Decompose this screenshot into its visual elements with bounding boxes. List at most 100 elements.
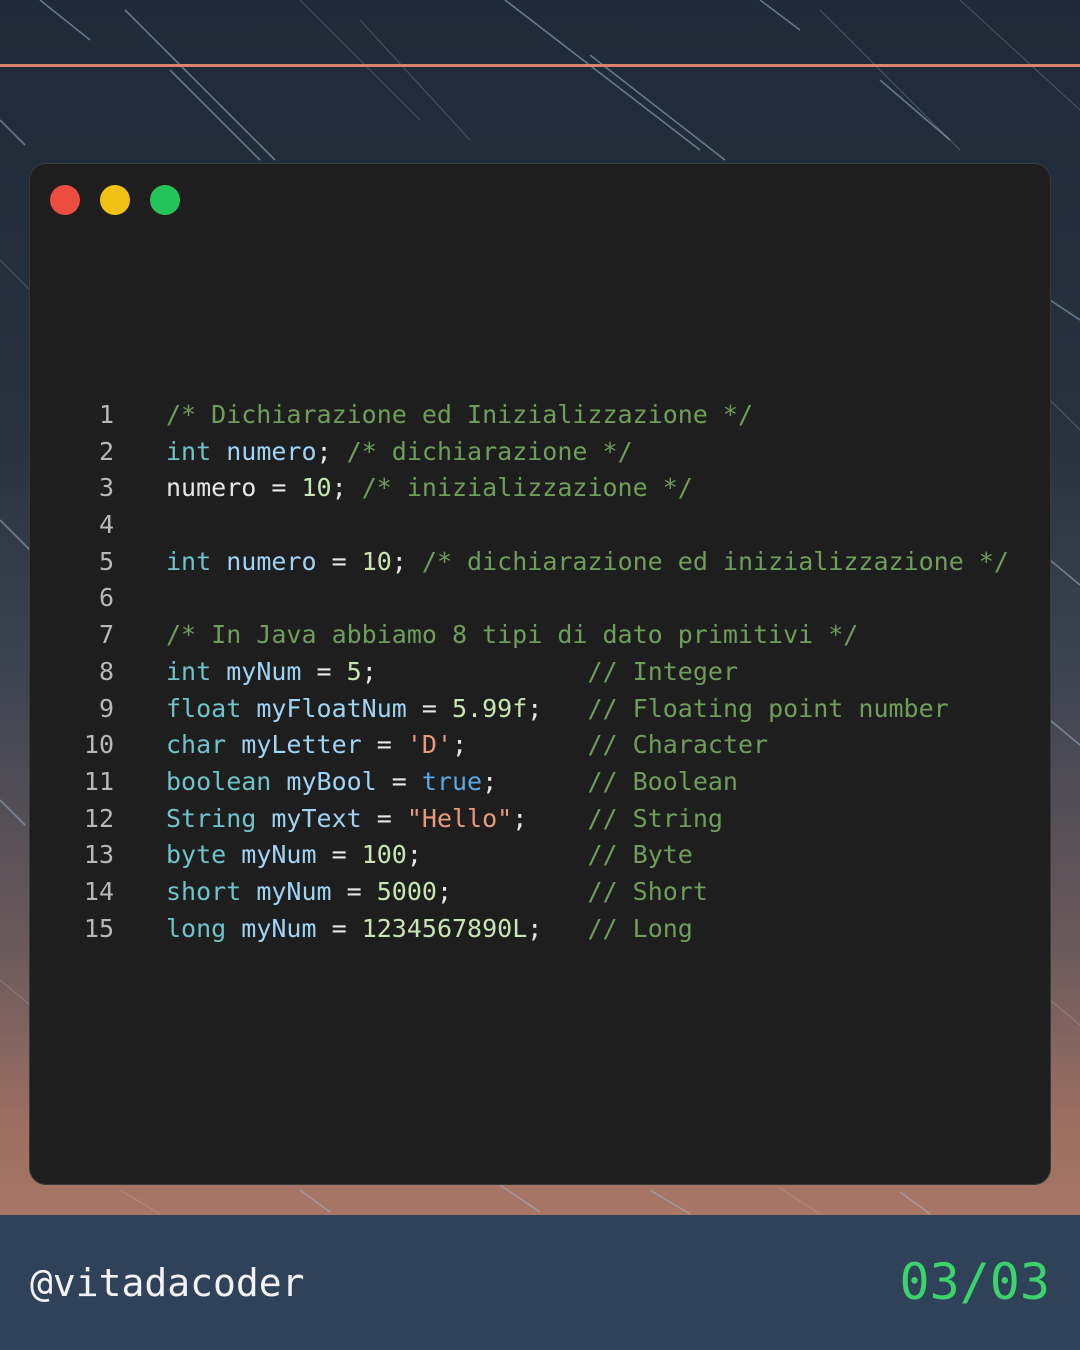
line-source: byte myNum = 100; // Byte: [166, 837, 693, 874]
code-token: =: [331, 876, 377, 906]
page-counter: 03/03: [899, 1253, 1050, 1311]
accent-rule: [0, 64, 1080, 67]
code-token: =: [376, 766, 422, 796]
code-line: 11 boolean myBool = true; // Boolean: [30, 764, 1050, 801]
code-line: 5 int numero = 10; /* dichiarazione ed in…: [30, 544, 1050, 581]
code-token: "Hello": [406, 803, 513, 833]
code-token: // String: [587, 803, 723, 833]
code-token: /* Dichiarazione ed Inizializzazione */: [166, 400, 753, 429]
code-token: myText: [271, 803, 362, 833]
code-line: 8 int myNum = 5; // Integer: [30, 654, 1050, 691]
code-token: =: [316, 840, 362, 870]
line-number: 13: [83, 840, 114, 870]
code-token: ;: [482, 766, 588, 796]
minimize-dot-icon[interactable]: [100, 185, 130, 215]
line-number: 4: [98, 510, 114, 540]
code-token: myFloatNum: [256, 693, 407, 723]
code-token: String: [166, 803, 257, 833]
code-token: int: [166, 546, 212, 576]
code-token: ;: [361, 656, 588, 686]
line-number: 2: [98, 436, 114, 466]
line-number: 3: [98, 473, 114, 503]
code-token: ;: [512, 803, 588, 833]
code-token: long: [166, 913, 227, 943]
code-token: // Character: [587, 730, 769, 760]
code-token: 5: [346, 656, 362, 686]
code-token: // Long: [587, 913, 693, 943]
code-token: 100: [361, 840, 407, 870]
code-line: 13 byte myNum = 100; // Byte: [30, 837, 1050, 874]
code-token: =: [301, 656, 347, 686]
code-token: 5.99f: [452, 693, 528, 723]
code-token: ;: [436, 876, 588, 906]
code-line: 4: [30, 507, 1050, 544]
code-token: myNum: [256, 876, 332, 906]
code-token: numero: [226, 546, 317, 576]
line-source: char myLetter = 'D'; // Character: [166, 727, 768, 764]
code-token: myLetter: [241, 730, 362, 760]
code-token: // Floating point number: [587, 693, 949, 723]
line-number: 15: [83, 913, 114, 943]
line-source: long myNum = 1234567890L; // Long: [166, 911, 693, 948]
line-source: int myNum = 5; // Integer: [166, 654, 738, 691]
code-token: ;: [527, 693, 588, 723]
code-token: myNum: [241, 840, 317, 870]
author-handle: @vitadacoder: [30, 1261, 305, 1305]
code-token: =: [361, 803, 407, 833]
close-dot-icon[interactable]: [50, 185, 80, 215]
code-token: /* inizializzazione */: [361, 473, 693, 503]
line-number: 6: [98, 583, 114, 613]
code-line: 14 short myNum = 5000; // Short: [30, 874, 1050, 911]
line-number: 9: [98, 693, 114, 723]
code-line: 2 int numero; /* dichiarazione */: [30, 434, 1050, 471]
code-token: =: [316, 546, 362, 576]
code-token: /* dichiarazione ed inizializzazione */: [421, 546, 1009, 576]
code-token: 1234567890L: [361, 913, 528, 943]
code-token: // Short: [587, 876, 708, 906]
line-source: /* Dichiarazione ed Inizializzazione */: [166, 397, 753, 434]
code-token: short: [166, 876, 242, 906]
code-token: ;: [316, 436, 347, 466]
code-window: 1 /* Dichiarazione ed Inizializzazione */…: [30, 164, 1050, 1184]
code-token: numero: [226, 436, 317, 466]
line-source: numero = 10; /* inizializzazione */: [166, 470, 693, 507]
line-number: 12: [83, 803, 114, 833]
code-token: =: [406, 693, 452, 723]
code-token: ;: [391, 546, 422, 576]
code-token: 'D': [406, 730, 453, 760]
code-token: =: [316, 913, 362, 943]
code-token: ;: [331, 473, 362, 503]
maximize-dot-icon[interactable]: [150, 185, 180, 215]
code-line: 1 /* Dichiarazione ed Inizializzazione */: [30, 397, 1050, 434]
code-token: // Byte: [587, 840, 693, 870]
line-source: float myFloatNum = 5.99f; // Floating po…: [166, 691, 949, 728]
line-number: 7: [98, 620, 114, 650]
code-token: boolean: [166, 766, 272, 796]
code-token: =: [361, 730, 407, 760]
code-token: 10: [361, 546, 392, 576]
code-token: numero =: [166, 473, 302, 503]
code-token: ;: [452, 730, 588, 760]
code-token: 10: [301, 473, 332, 503]
code-block: 1 /* Dichiarazione ed Inizializzazione */…: [30, 397, 1050, 947]
code-token: myNum: [226, 656, 302, 686]
code-token: byte: [166, 840, 227, 870]
code-token: /* dichiarazione */: [346, 436, 633, 466]
line-source: int numero; /* dichiarazione */: [166, 434, 633, 471]
line-source: short myNum = 5000; // Short: [166, 874, 708, 911]
code-line: 15 long myNum = 1234567890L; // Long: [30, 911, 1050, 948]
footer-bar: @vitadacoder 03/03: [0, 1215, 1080, 1350]
code-token: char: [166, 730, 227, 760]
code-token: int: [166, 656, 212, 686]
code-line: 10 char myLetter = 'D'; // Character: [30, 727, 1050, 764]
code-token: true: [421, 766, 483, 796]
